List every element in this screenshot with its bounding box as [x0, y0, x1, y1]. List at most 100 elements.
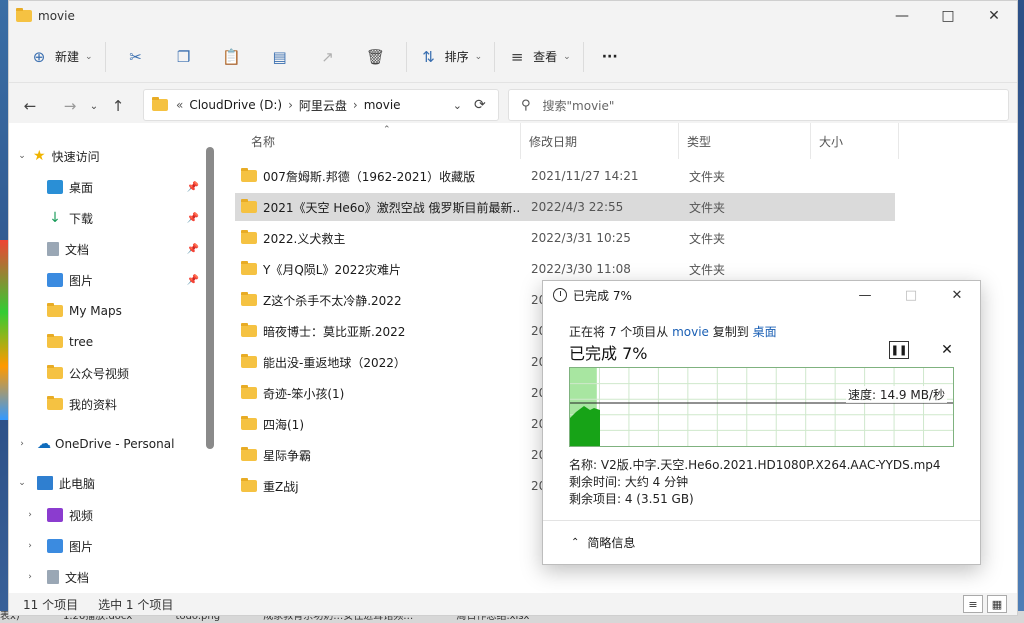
- dialog-close-button[interactable]: ✕: [934, 281, 980, 309]
- folder-icon: [241, 230, 257, 244]
- dialog-title-bar[interactable]: 已完成 7% — □ ✕: [543, 281, 980, 309]
- view-button[interactable]: ≡ 查看 ⌄: [501, 41, 577, 73]
- recent-locations-button[interactable]: ⌄: [85, 91, 103, 121]
- forward-button[interactable]: →: [55, 91, 85, 121]
- sidebar-scrollbar[interactable]: [206, 147, 214, 449]
- address-bar[interactable]: « CloudDrive (D:) › 阿里云盘 › movie ⌄ ⟳: [143, 89, 499, 121]
- rename-button[interactable]: ▤: [256, 41, 304, 73]
- cancel-copy-button[interactable]: ✕: [937, 341, 957, 359]
- sidebar-item-pictures[interactable]: 图片 📌: [47, 266, 199, 294]
- destination-link[interactable]: 桌面: [753, 325, 777, 339]
- speed-graph-svg: [570, 368, 953, 446]
- file-row[interactable]: 007詹姆斯.邦德（1962-2021）收藏版 2021/11/27 14:21…: [235, 162, 895, 190]
- delete-button[interactable]: 🗑: [352, 41, 400, 73]
- cut-button[interactable]: ✂: [112, 41, 160, 73]
- breadcrumb-aliyun[interactable]: 阿里云盘: [299, 97, 347, 114]
- source-link[interactable]: movie: [672, 325, 709, 339]
- search-box[interactable]: ⚲ 搜索"movie": [508, 89, 1009, 121]
- breadcrumb-drive[interactable]: CloudDrive (D:): [189, 98, 282, 112]
- file-date: 2022/4/3 22:55: [531, 200, 624, 214]
- pin-icon: 📌: [186, 274, 199, 286]
- column-header-size[interactable]: 大小: [811, 123, 899, 159]
- tiles-view-button[interactable]: ▦: [987, 595, 1007, 613]
- share-button[interactable]: ↗: [304, 41, 352, 73]
- less-details-label: 简略信息: [587, 536, 636, 550]
- folder-icon: [241, 416, 257, 430]
- folder-icon: [47, 396, 63, 410]
- sidebar-item-pc-documents[interactable]: › 文档: [23, 563, 193, 591]
- new-button[interactable]: ⊕ 新建 ⌄: [23, 41, 99, 73]
- file-name: Y《月Q陨L》2022灾难片: [263, 262, 402, 277]
- sidebar-quick-access[interactable]: ⌄ ★ 快速访问: [15, 142, 205, 170]
- sidebar-label: 图片: [69, 273, 94, 288]
- computer-icon: [37, 476, 53, 490]
- chevron-down-icon: ⌄: [563, 51, 571, 62]
- dialog-minimize-button[interactable]: —: [842, 281, 888, 309]
- sidebar-label: 下载: [69, 211, 94, 226]
- less-details-toggle[interactable]: ⌃ 简略信息: [543, 520, 980, 564]
- arrow-up-icon: ↑: [111, 97, 125, 115]
- view-label: 查看: [533, 50, 558, 64]
- more-options-button[interactable]: ···: [590, 41, 624, 73]
- column-header-type[interactable]: 类型: [679, 123, 811, 159]
- breadcrumb-overflow[interactable]: «: [176, 98, 183, 112]
- chevron-down-icon: ⌄: [474, 51, 483, 62]
- sidebar-item-pc-pictures[interactable]: › 图片: [23, 532, 193, 560]
- sidebar-item-downloads[interactable]: ↓ 下载 📌: [47, 204, 199, 232]
- folder-icon: [241, 168, 257, 182]
- desktop-wallpaper-edge: [0, 240, 8, 420]
- share-icon: ↗: [321, 47, 334, 66]
- chevron-down-icon: ⌄: [85, 51, 93, 62]
- pause-button[interactable]: ❚❚: [889, 341, 909, 359]
- sidebar-this-pc[interactable]: ⌄ 此电脑: [15, 469, 205, 497]
- up-button[interactable]: ↑: [103, 91, 133, 121]
- sort-icon: ⇅: [422, 47, 435, 66]
- sidebar-item-pc-videos[interactable]: › 视频: [23, 501, 193, 529]
- breadcrumb-separator: ›: [352, 98, 358, 112]
- folder-icon: [241, 478, 257, 492]
- sidebar-item-tree[interactable]: tree: [47, 328, 199, 356]
- folder-icon: [241, 261, 257, 275]
- copy-button[interactable]: ❐: [160, 41, 208, 73]
- address-history-chevron-icon[interactable]: ⌄: [453, 99, 462, 112]
- folder-icon: [241, 385, 257, 399]
- command-bar: ⊕ 新建 ⌄ ✂ ❐ 📋 ▤ ↗ 🗑 ⇅ 排序 ⌄ ≡ 查看 ⌄ ···: [9, 31, 1017, 83]
- file-row[interactable]: Y《月Q陨L》2022灾难片 2022/3/30 11:08 文件夹: [235, 255, 895, 283]
- column-header-modified[interactable]: 修改日期: [521, 123, 679, 159]
- scissors-icon: ✂: [129, 47, 142, 66]
- paste-button[interactable]: 📋: [208, 41, 256, 73]
- sort-button[interactable]: ⇅ 排序 ⌄: [413, 41, 489, 73]
- sidebar-label: tree: [69, 335, 94, 349]
- column-label: 大小: [819, 134, 844, 149]
- sidebar-item-wechat-videos[interactable]: 公众号视频: [47, 359, 199, 387]
- sidebar-item-desktop[interactable]: 桌面 📌: [47, 173, 199, 201]
- title-bar[interactable]: movie — □ ✕: [9, 1, 1017, 31]
- copy-icon: ❐: [176, 47, 191, 66]
- minimize-button[interactable]: —: [879, 1, 925, 31]
- back-button[interactable]: ←: [15, 91, 45, 121]
- column-header-name[interactable]: 名称: [243, 123, 521, 159]
- status-bar: 11 个项目 选中 1 个项目 ≡ ▦: [9, 593, 1017, 615]
- file-row-selected[interactable]: 2021《天空 He6o》激烈空战 俄罗斯目前最新... 2022/4/3 22…: [235, 193, 895, 221]
- plus-circle-icon: ⊕: [32, 47, 46, 66]
- sidebar-item-my-files[interactable]: 我的资料: [47, 390, 199, 418]
- file-row[interactable]: 2022.义犬救主 2022/3/31 10:25 文件夹: [235, 224, 895, 252]
- pin-icon: 📌: [186, 181, 199, 193]
- sidebar-onedrive[interactable]: › ☁ OneDrive - Personal: [15, 430, 205, 458]
- folder-icon: [241, 354, 257, 368]
- sidebar-item-documents[interactable]: 文档 📌: [47, 235, 199, 263]
- breadcrumb-movie[interactable]: movie: [364, 98, 401, 112]
- file-type: 文件夹: [689, 262, 726, 277]
- folder-icon: [47, 334, 63, 348]
- details-view-button[interactable]: ≡: [963, 595, 983, 613]
- sidebar-label: 视频: [69, 508, 94, 523]
- arrow-right-icon: →: [63, 97, 77, 115]
- close-button[interactable]: ✕: [971, 1, 1017, 31]
- copy-details: 名称: V2版.中字.天空.He6o.2021.HD1080P.X264.AAC…: [569, 457, 941, 508]
- sidebar-label: 我的资料: [69, 397, 118, 412]
- refresh-icon[interactable]: ⟳: [474, 97, 486, 113]
- pause-icon: ❚❚: [890, 344, 908, 356]
- maximize-button[interactable]: □: [925, 1, 971, 31]
- pin-icon: 📌: [186, 243, 199, 255]
- sidebar-item-my-maps[interactable]: My Maps: [47, 297, 199, 325]
